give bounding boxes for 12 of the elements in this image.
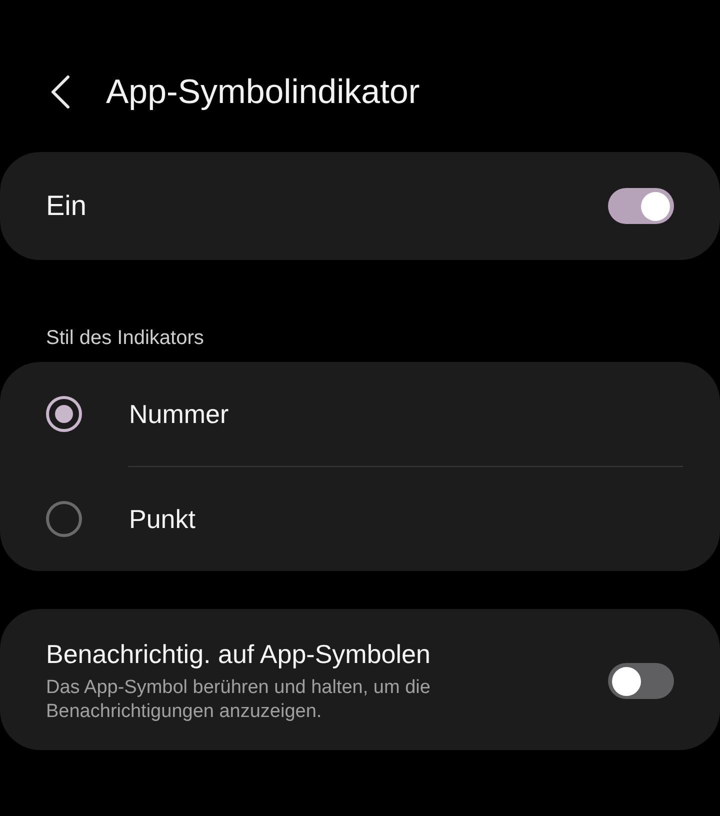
option-label: Punkt [129, 504, 196, 534]
radio-button[interactable] [46, 396, 82, 432]
radio-button[interactable] [46, 501, 82, 537]
switch-label: Ein [46, 190, 86, 222]
toggle-switch[interactable] [608, 188, 674, 224]
section-label: Stil des Indikators [45, 326, 205, 351]
page-title: App-Symbolindikator [106, 72, 420, 112]
option-label: Nummer [129, 398, 229, 430]
toggle-switch[interactable] [608, 663, 674, 700]
setting-title: Benachrichtig. auf App-Symbolen [46, 639, 432, 670]
back-icon [50, 75, 70, 109]
setting-description: Das App-Symbol berühren und halten, um die Benachrichtigungen anzuzeigen. [46, 676, 432, 724]
